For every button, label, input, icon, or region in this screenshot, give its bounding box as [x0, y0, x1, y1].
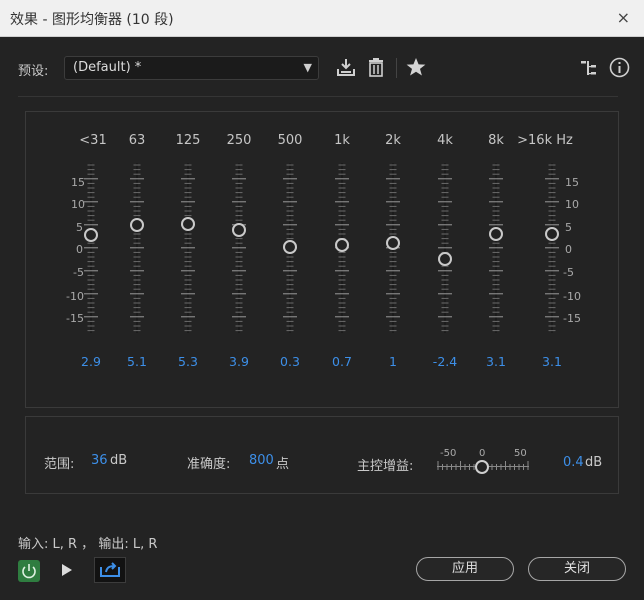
gain-value-1k: 0.7: [332, 354, 352, 369]
export-button[interactable]: [94, 557, 126, 583]
band-label-125: 125: [175, 133, 201, 148]
gain-value-2k: 1: [389, 354, 397, 369]
close-button[interactable]: 关闭: [528, 557, 626, 581]
slider-knob-63[interactable]: [130, 217, 144, 232]
band-label-500: 500: [277, 133, 303, 148]
band-label-16k: >16k Hz: [517, 133, 573, 148]
save-preset-icon[interactable]: [336, 57, 356, 77]
scale-right-15: 15: [565, 176, 579, 189]
power-icon: [22, 564, 36, 579]
preset-divider: [18, 96, 618, 97]
accuracy-unit: 点: [276, 457, 290, 472]
gain-value-4k: -2.4: [432, 354, 458, 369]
power-toggle-button[interactable]: [18, 560, 40, 582]
accuracy-label: 准确度:: [187, 457, 231, 472]
preset-label: 预设:: [18, 64, 49, 79]
export-icon: [100, 562, 120, 577]
master-scale-min: -50: [440, 448, 457, 459]
slider-knob-<31[interactable]: [84, 227, 98, 242]
band-label-4k: 4k: [437, 133, 453, 148]
master-scale-max: 50: [514, 448, 527, 459]
master-gain-value[interactable]: 0.4: [563, 455, 584, 470]
slider-knob-500[interactable]: [283, 239, 297, 254]
play-icon: [62, 564, 72, 576]
slider-ticks-250: [232, 164, 246, 332]
favorite-star-icon[interactable]: [406, 57, 426, 77]
window-title: 效果 - 图形均衡器 (10 段): [10, 12, 174, 28]
slider-ticks-125: [181, 164, 195, 332]
preset-value: (Default) *: [73, 60, 142, 75]
preset-dropdown[interactable]: (Default) * ▼: [64, 56, 319, 80]
band-label-250: 250: [226, 133, 252, 148]
gain-value-125: 5.3: [178, 354, 198, 369]
gain-value-500: 0.3: [280, 354, 300, 369]
master-gain-label: 主控增益:: [357, 459, 414, 474]
scale-left-minus15: -15: [66, 312, 84, 325]
range-value[interactable]: 36: [91, 453, 108, 468]
slider-knob->16k[interactable]: [545, 226, 559, 241]
slider-ticks-4k: [438, 164, 452, 332]
range-unit: dB: [110, 453, 128, 468]
slider-knob-8k[interactable]: [489, 226, 503, 241]
slider-knob-4k[interactable]: [438, 252, 452, 267]
routing-icon[interactable]: [580, 59, 598, 77]
delete-icon[interactable]: [367, 57, 385, 77]
master-gain-unit: dB: [585, 455, 603, 470]
gain-value-16k: 3.1: [542, 354, 562, 369]
slider-knob-125[interactable]: [181, 216, 195, 231]
info-icon[interactable]: [609, 57, 630, 78]
window-close-button[interactable]: ×: [617, 8, 630, 27]
gain-value-250: 3.9: [229, 354, 249, 369]
band-label-16k-text: >16k: [517, 133, 553, 148]
scale-right-5: 5: [565, 221, 572, 234]
slider-ticks->16k: [545, 164, 559, 332]
title-bar: 效果 - 图形均衡器 (10 段) ×: [0, 0, 644, 37]
apply-button[interactable]: 应用: [416, 557, 514, 581]
chevron-down-icon: ▼: [303, 61, 312, 74]
scale-right-minus5: -5: [563, 266, 574, 279]
slider-knob-2k[interactable]: [386, 236, 400, 251]
slider-knob-1k[interactable]: [335, 237, 349, 252]
frequency-unit: Hz: [556, 133, 573, 148]
band-label-8k: 8k: [488, 133, 504, 148]
band-label-63: 63: [128, 133, 146, 148]
gain-value-31: 2.9: [81, 354, 101, 369]
gain-value-8k: 3.1: [486, 354, 506, 369]
slider-ticks-<31: [84, 164, 98, 332]
scale-left-5: 5: [76, 221, 83, 234]
band-label-2k: 2k: [385, 133, 401, 148]
master-gain-knob[interactable]: [475, 460, 489, 474]
slider-knob-250[interactable]: [232, 223, 246, 238]
toolbar-divider: [396, 58, 397, 78]
gain-value-63: 5.1: [127, 354, 147, 369]
band-label-1k: 1k: [334, 133, 350, 148]
play-button[interactable]: [60, 562, 74, 582]
equalizer-panel: [25, 111, 619, 408]
scale-right-minus15: -15: [563, 312, 581, 325]
band-label-31: <31: [79, 133, 107, 148]
scale-left-0: 0: [76, 243, 83, 256]
slider-ticks-63: [130, 164, 144, 332]
slider-ticks-8k: [489, 164, 503, 332]
scale-right-0: 0: [565, 243, 572, 256]
scale-left-minus10: -10: [66, 290, 84, 303]
range-label: 范围:: [44, 457, 75, 472]
scale-right-minus10: -10: [563, 290, 581, 303]
master-scale-mid: 0: [479, 448, 486, 459]
io-routing-text: 输入: L, R ， 输出: L, R: [18, 537, 158, 552]
scale-right-10: 10: [565, 198, 579, 211]
accuracy-value[interactable]: 800: [249, 453, 274, 468]
